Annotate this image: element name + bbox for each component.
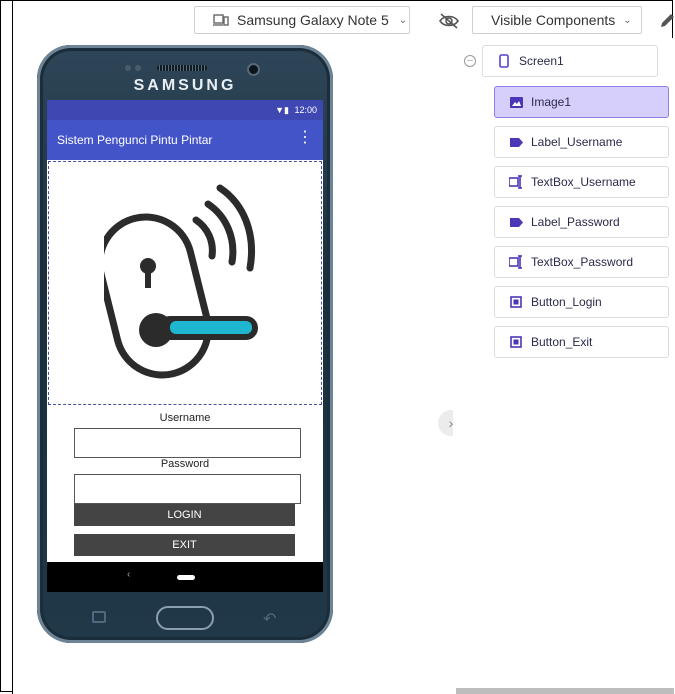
textbox-icon	[509, 255, 523, 269]
nav-back-icon[interactable]: ‹	[127, 569, 130, 580]
image-icon	[509, 95, 523, 109]
phone-sensor	[135, 65, 141, 71]
app-title: Sistem Pengunci Pintu Pintar	[57, 133, 213, 147]
tree-node-label: TextBox_Username	[531, 175, 636, 189]
username-label: Username	[159, 412, 211, 424]
recent-apps-key	[92, 611, 106, 623]
tree-node-label-username[interactable]: Label_Username	[494, 126, 669, 158]
label-icon	[509, 215, 523, 229]
phone-speaker	[157, 65, 207, 71]
designer-toolbar: Samsung Galaxy Note 5 ⌄ Visible Componen…	[13, 0, 675, 38]
tree-node-label: Image1	[531, 95, 572, 109]
collapse-icon[interactable]: –	[464, 55, 476, 67]
chevron-down-icon: ⌄	[398, 14, 408, 26]
tree-node-screen1[interactable]: Screen1	[482, 45, 658, 77]
tree-node-label: Button_Exit	[531, 335, 593, 349]
pencil-icon[interactable]	[658, 12, 675, 30]
password-textbox[interactable]	[74, 474, 301, 504]
chevron-down-icon: ⌄	[623, 14, 632, 26]
tree-node-button-exit[interactable]: Button_Exit	[494, 326, 669, 358]
visible-components-label: Visible Components	[491, 12, 616, 28]
wifi-battery-icon: ▼▮	[275, 105, 289, 115]
eye-off-icon[interactable]	[438, 12, 460, 30]
username-textbox[interactable]	[74, 428, 301, 458]
image1[interactable]	[48, 161, 322, 405]
password-label: Password	[160, 458, 210, 470]
tree-node-label: Label_Password	[531, 215, 620, 229]
device-icon	[213, 14, 229, 26]
exit-button[interactable]: EXIT	[74, 534, 295, 556]
home-button	[156, 606, 214, 630]
phone-camera	[247, 63, 260, 76]
device-select-label: Samsung Galaxy Note 5	[237, 12, 389, 28]
nav-home-icon[interactable]	[177, 575, 195, 580]
device-select[interactable]: Samsung Galaxy Note 5 ⌄	[194, 6, 410, 34]
login-button[interactable]: LOGIN	[74, 504, 295, 526]
tree-node-label: Label_Username	[531, 135, 623, 149]
phone-icon	[497, 54, 511, 68]
button-icon	[509, 295, 523, 309]
label-icon	[509, 135, 523, 149]
android-nav-bar: ‹	[47, 562, 323, 592]
status-bar: ▼▮ 12:00	[47, 100, 323, 120]
horizontal-scrollbar[interactable]	[456, 688, 674, 694]
app-title-bar: Sistem Pengunci Pintu Pintar ⋮	[47, 120, 323, 160]
overflow-menu-icon[interactable]: ⋮	[297, 130, 313, 146]
phone-brand: SAMSUNG	[133, 77, 237, 94]
phone-sensor	[125, 65, 131, 71]
back-key-icon: ↶	[263, 611, 277, 628]
tree-node-label-password[interactable]: Label_Password	[494, 206, 669, 238]
tree-node-label: TextBox_Password	[531, 255, 634, 269]
button-icon	[509, 335, 523, 349]
tree-node-label: Button_Login	[531, 295, 602, 309]
door-lock-icon	[104, 184, 258, 379]
tree-node-button-login[interactable]: Button_Login	[494, 286, 669, 318]
visible-components-select[interactable]: Visible Components ⌄	[472, 6, 642, 34]
status-time: 12:00	[294, 105, 317, 115]
phone-screen: ▼▮ 12:00 Sistem Pengunci Pintu Pintar ⋮ …	[47, 100, 323, 592]
tree-node-textbox-username[interactable]: TextBox_Username	[494, 166, 669, 198]
textbox-icon	[509, 175, 523, 189]
tree-node-label: Screen1	[519, 54, 564, 68]
tree-node-textbox-password[interactable]: TextBox_Password	[494, 246, 669, 278]
components-tree: – Screen1 Image1 Label_Username TextBox_…	[453, 38, 675, 694]
tree-node-image1[interactable]: Image1	[494, 86, 669, 118]
